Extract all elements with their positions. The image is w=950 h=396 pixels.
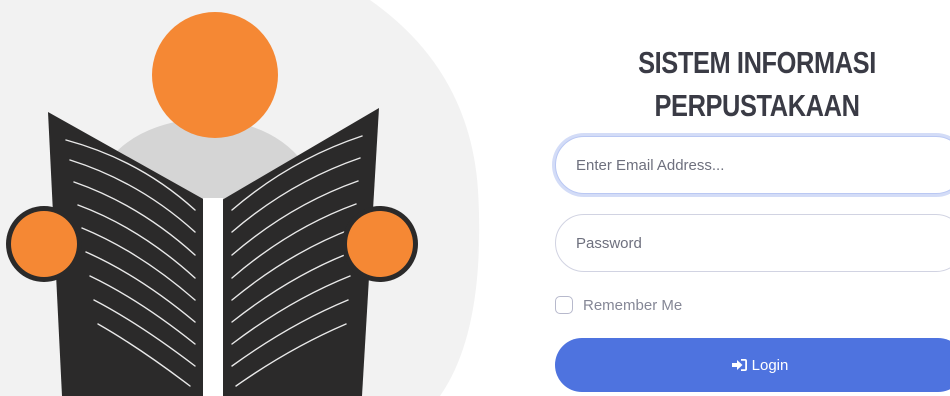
page-title: SISTEM INFORMASI PERPUSTAKAAN <box>591 41 922 127</box>
remember-me-label: Remember Me <box>583 296 683 314</box>
sign-in-icon <box>731 358 748 372</box>
remember-me-option[interactable]: Remember Me <box>555 292 682 318</box>
page-title-line-1: SISTEM INFORMASI <box>638 44 876 80</box>
login-panel: SISTEM INFORMASI PERPUSTAKAAN Remember M… <box>555 0 950 396</box>
login-button[interactable]: Login <box>555 338 950 392</box>
password-field[interactable] <box>555 214 950 272</box>
page-title-line-2: PERPUSTAKAAN <box>654 87 860 123</box>
remember-me-checkbox[interactable] <box>555 296 573 314</box>
login-page: SISTEM INFORMASI PERPUSTAKAAN Remember M… <box>0 0 950 396</box>
login-button-label: Login <box>751 356 789 374</box>
person-reading-book-icon <box>0 0 500 396</box>
email-field[interactable] <box>555 136 950 194</box>
